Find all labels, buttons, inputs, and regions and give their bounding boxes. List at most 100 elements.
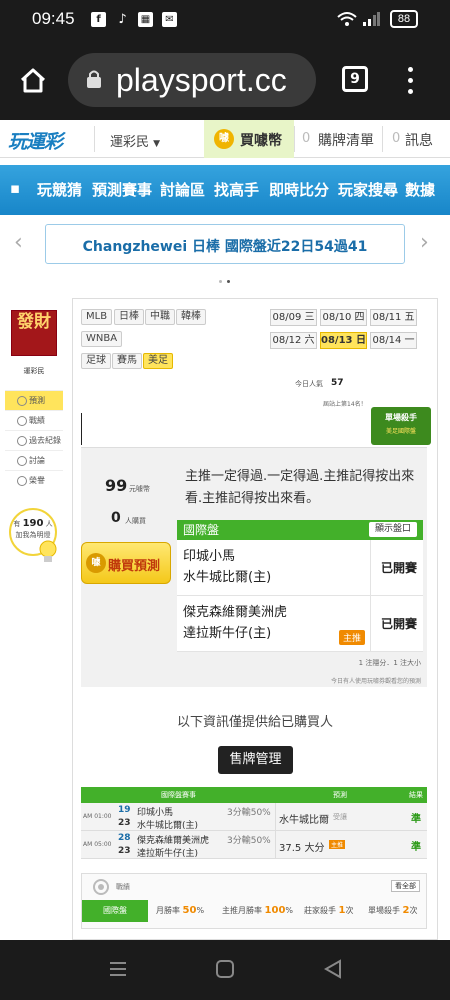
nav-item-data[interactable]: 數據: [405, 179, 435, 200]
marquee-banner[interactable]: Changzhewei 日棒 國際盤近22日54過41: [45, 224, 405, 264]
team-number: 23: [118, 818, 131, 828]
game-status: 已開賽: [380, 617, 417, 631]
user-menu[interactable]: 運彩民 ▼: [110, 131, 160, 150]
nav-item-predict[interactable]: 預測賽事: [92, 179, 152, 200]
hit-rate-label: 月勝率: [156, 906, 180, 915]
main-pick-tag: 主推: [338, 630, 365, 645]
percent-sign: %: [196, 906, 205, 915]
sell-manage-button[interactable]: 售牌管理: [218, 746, 293, 774]
nav-item-forum[interactable]: 討論區: [160, 179, 205, 200]
cart-link[interactable]: 購牌清單: [318, 130, 374, 150]
cart-count: 0: [302, 131, 311, 146]
result-value: 準: [411, 814, 421, 825]
results-header: 國際盤賽事 預測 結果: [81, 787, 427, 803]
profile-username[interactable]: 運彩民: [5, 366, 63, 376]
browser-toolbar: playsport.cc 9: [0, 40, 450, 120]
killer-stat: 莊家殺手 1次: [304, 900, 354, 922]
avatar[interactable]: 發財: [11, 310, 57, 356]
line-value: 3分輸50%: [227, 808, 271, 818]
marquee-user[interactable]: Changzhewei: [83, 239, 188, 255]
league-kbo[interactable]: 韓棒: [176, 309, 206, 325]
buy-prediction-button[interactable]: 噱 購買預測: [81, 542, 171, 584]
coin-icon: 噱: [214, 129, 234, 149]
team-away: 印城小馬: [183, 549, 236, 564]
table-row: AM 01:00 19 印城小馬 23 水牛城比爾(主) 3分輸50% 水牛城比…: [81, 803, 427, 831]
lock-icon: [87, 70, 101, 88]
buyer-unit: 人購買: [125, 517, 146, 525]
address-bar[interactable]: playsport.cc: [68, 53, 316, 107]
league-wnba[interactable]: WNBA: [81, 331, 123, 347]
signal-icon: [363, 12, 380, 26]
league-nfl[interactable]: 美足: [143, 353, 173, 369]
nav-item-guess[interactable]: 玩競猜: [37, 179, 82, 200]
team-number: 23: [118, 846, 131, 856]
sidebar-item-honor[interactable]: 榮譽: [5, 470, 63, 490]
main-rate-stat: 主推月勝率 100%: [222, 900, 293, 922]
league-horse[interactable]: 賽馬: [112, 353, 142, 369]
record-title: 戰績: [116, 883, 130, 891]
league-npb[interactable]: 日棒: [114, 309, 144, 325]
tab-switcher-button[interactable]: 9: [342, 66, 368, 92]
sidebar-item-label: 過去紀錄: [29, 436, 61, 445]
league-mlb[interactable]: MLB: [81, 309, 113, 325]
results-table: 國際盤賽事 預測 結果 AM 01:00 19 印城小馬 23 水牛城比爾(主)…: [81, 787, 427, 859]
main-nav: ▪ 玩競猜 預測賽事 討論區 找高手 即時比分 玩家搜尋 數據: [0, 165, 450, 215]
sidebar-item-record[interactable]: 戰績: [5, 410, 63, 430]
nav-item-player-search[interactable]: 玩家搜尋: [338, 179, 398, 200]
fans-unit: 人: [45, 520, 53, 528]
date-0811[interactable]: 08/11 五: [370, 309, 417, 326]
sidebar-item-discuss[interactable]: 討論: [5, 450, 63, 470]
hamburger-icon[interactable]: ▪: [0, 179, 30, 197]
sidebar-item-label: 戰績: [29, 416, 45, 425]
date-0812[interactable]: 08/12 六: [270, 332, 317, 349]
buyer-note: 今日有人使用玩噱券觀看您的預測: [330, 678, 421, 685]
killer-value: 1: [338, 905, 346, 916]
lightbulb-icon: [39, 540, 57, 562]
site-header: 玩運彩 運彩民 ▼ 噱 買噱幣 0 購牌清單 0 訊息: [0, 120, 450, 158]
sidebar-item-history[interactable]: 過去紀錄: [5, 430, 63, 450]
buy-coin-label: 買噱幣: [240, 133, 282, 149]
buy-coin-button[interactable]: 噱 買噱幣: [204, 120, 294, 158]
site-logo[interactable]: 玩運彩: [8, 127, 63, 154]
league-cpbl[interactable]: 中職: [145, 309, 175, 325]
home-nav-icon[interactable]: [215, 959, 235, 979]
back-icon[interactable]: [323, 959, 343, 979]
nav-item-live-score[interactable]: 即時比分: [269, 179, 329, 200]
killer-label: 莊家殺手: [304, 906, 336, 915]
home-icon[interactable]: [19, 67, 47, 93]
predict-icon: [17, 396, 27, 406]
wifi-icon: [337, 12, 357, 26]
league-soccer[interactable]: 足球: [81, 353, 111, 369]
show-market-button[interactable]: 顯示盤口: [368, 522, 417, 537]
buy-prediction-label: 購買預測: [108, 559, 161, 574]
pick-note: 受讓: [333, 813, 347, 821]
sidebar-item-predict[interactable]: 預測: [5, 390, 63, 410]
chevron-left-icon[interactable]: ‹: [14, 230, 23, 255]
date-0814[interactable]: 08/14 一: [370, 332, 417, 349]
pick-count-note: 1 注隱分．1 注大小: [358, 659, 421, 667]
history-icon: [17, 436, 27, 446]
profile-sidebar: 發財 運彩民 預測 戰績 過去紀錄 討論 榮譽 有 190 人 加我為明燈: [5, 300, 63, 570]
fans-prefix: 有: [13, 520, 21, 528]
team-number: 19: [118, 805, 131, 815]
coin-icon: 噱: [86, 553, 106, 573]
marquee-text: 日棒 國際盤近22日54過41: [192, 239, 368, 255]
fans-count: 190: [22, 518, 44, 529]
view-all-button[interactable]: 看全部: [391, 880, 420, 892]
game-row: 傑克森維爾美洲虎 達拉斯牛仔(主) 主推 已開賽: [177, 596, 423, 652]
more-menu-icon[interactable]: [403, 65, 417, 95]
date-0813[interactable]: 08/13 日: [320, 332, 367, 349]
game-status: 已開賽: [380, 561, 417, 575]
nav-item-experts[interactable]: 找高手: [214, 179, 259, 200]
date-0809[interactable]: 08/09 三: [270, 309, 317, 326]
team-away: 傑克森維爾美洲虎: [183, 605, 288, 620]
news-icon: ▦: [138, 12, 153, 27]
price-unit: 元噱幣: [129, 485, 150, 493]
pick-value: 37.5 大分: [279, 843, 325, 854]
message-link[interactable]: 訊息: [405, 130, 433, 150]
date-0810[interactable]: 08/10 四: [320, 309, 367, 326]
record-icon: [17, 416, 27, 426]
recent-apps-icon[interactable]: [108, 960, 128, 978]
times-unit: 次: [409, 906, 418, 915]
chevron-right-icon[interactable]: ›: [420, 230, 429, 255]
